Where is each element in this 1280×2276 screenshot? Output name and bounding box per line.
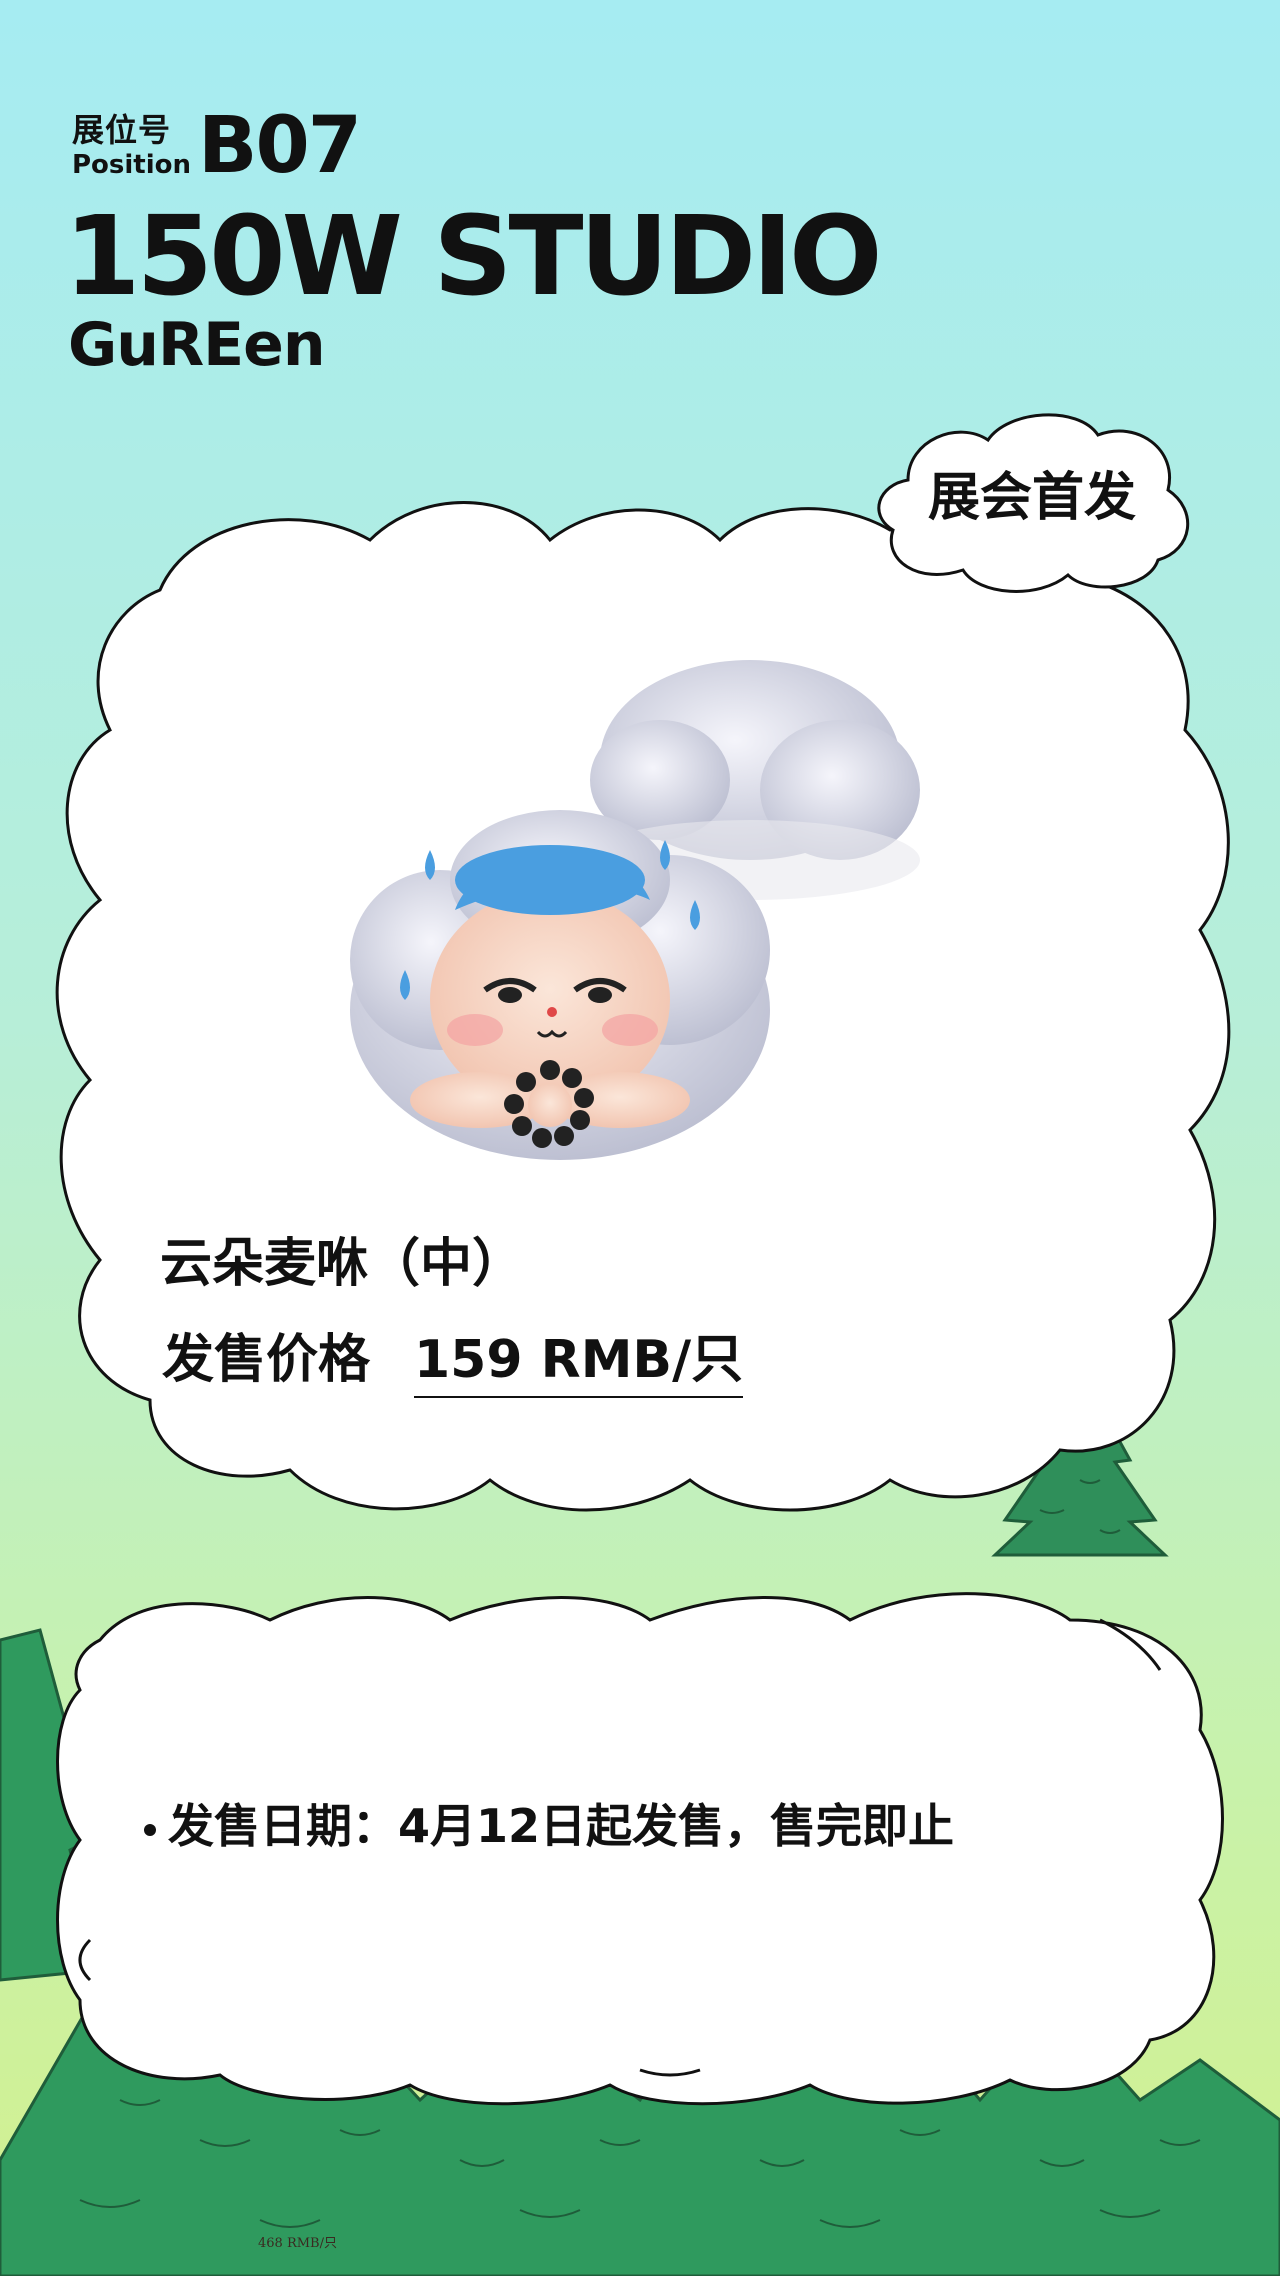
price-value: 159 RMB/只: [414, 1328, 744, 1398]
price-label: 发售价格: [162, 1330, 371, 1390]
product-name: 云朵麦咻（中）: [160, 1234, 525, 1294]
bullet-icon: [144, 1823, 156, 1836]
position-label-en: Position: [72, 150, 192, 180]
release-date-value: 发售日期：4月12日起发售，售完即止: [168, 1799, 955, 1853]
position-code: B07: [198, 101, 362, 191]
release-date-text: 发售日期：4月12日起发售，售完即止: [144, 1796, 954, 1856]
footnote-price: 468 RMB/只: [258, 2236, 337, 2251]
studio-title: 150W STUDIO: [64, 192, 883, 320]
position-label-zh: 展位号: [72, 111, 172, 149]
product-figure-image: [350, 660, 920, 1160]
badge-label: 展会首发: [927, 468, 1136, 528]
brand-name: GuREen: [68, 310, 326, 380]
